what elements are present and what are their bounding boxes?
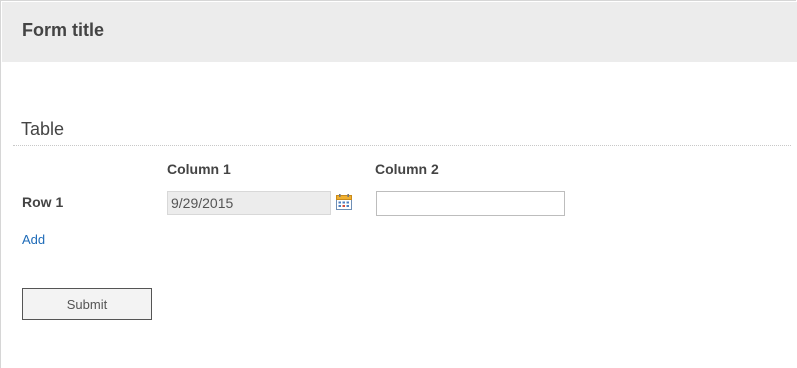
form-header: Form title [2, 2, 797, 62]
add-row-link[interactable]: Add [22, 232, 45, 247]
row-label: Row 1 [22, 194, 64, 210]
date-field[interactable] [167, 191, 331, 215]
section-divider [13, 145, 791, 146]
form-frame: Form title Table Column 1 Column 2 Row 1… [0, 0, 797, 368]
column-header-2: Column 2 [375, 161, 439, 177]
calendar-icon[interactable] [335, 193, 353, 211]
submit-button[interactable]: Submit [22, 288, 152, 320]
column2-text-field[interactable] [376, 191, 565, 216]
section-title: Table [21, 119, 65, 139]
column-header-1: Column 1 [167, 161, 231, 177]
form-title: Form title [22, 20, 105, 40]
